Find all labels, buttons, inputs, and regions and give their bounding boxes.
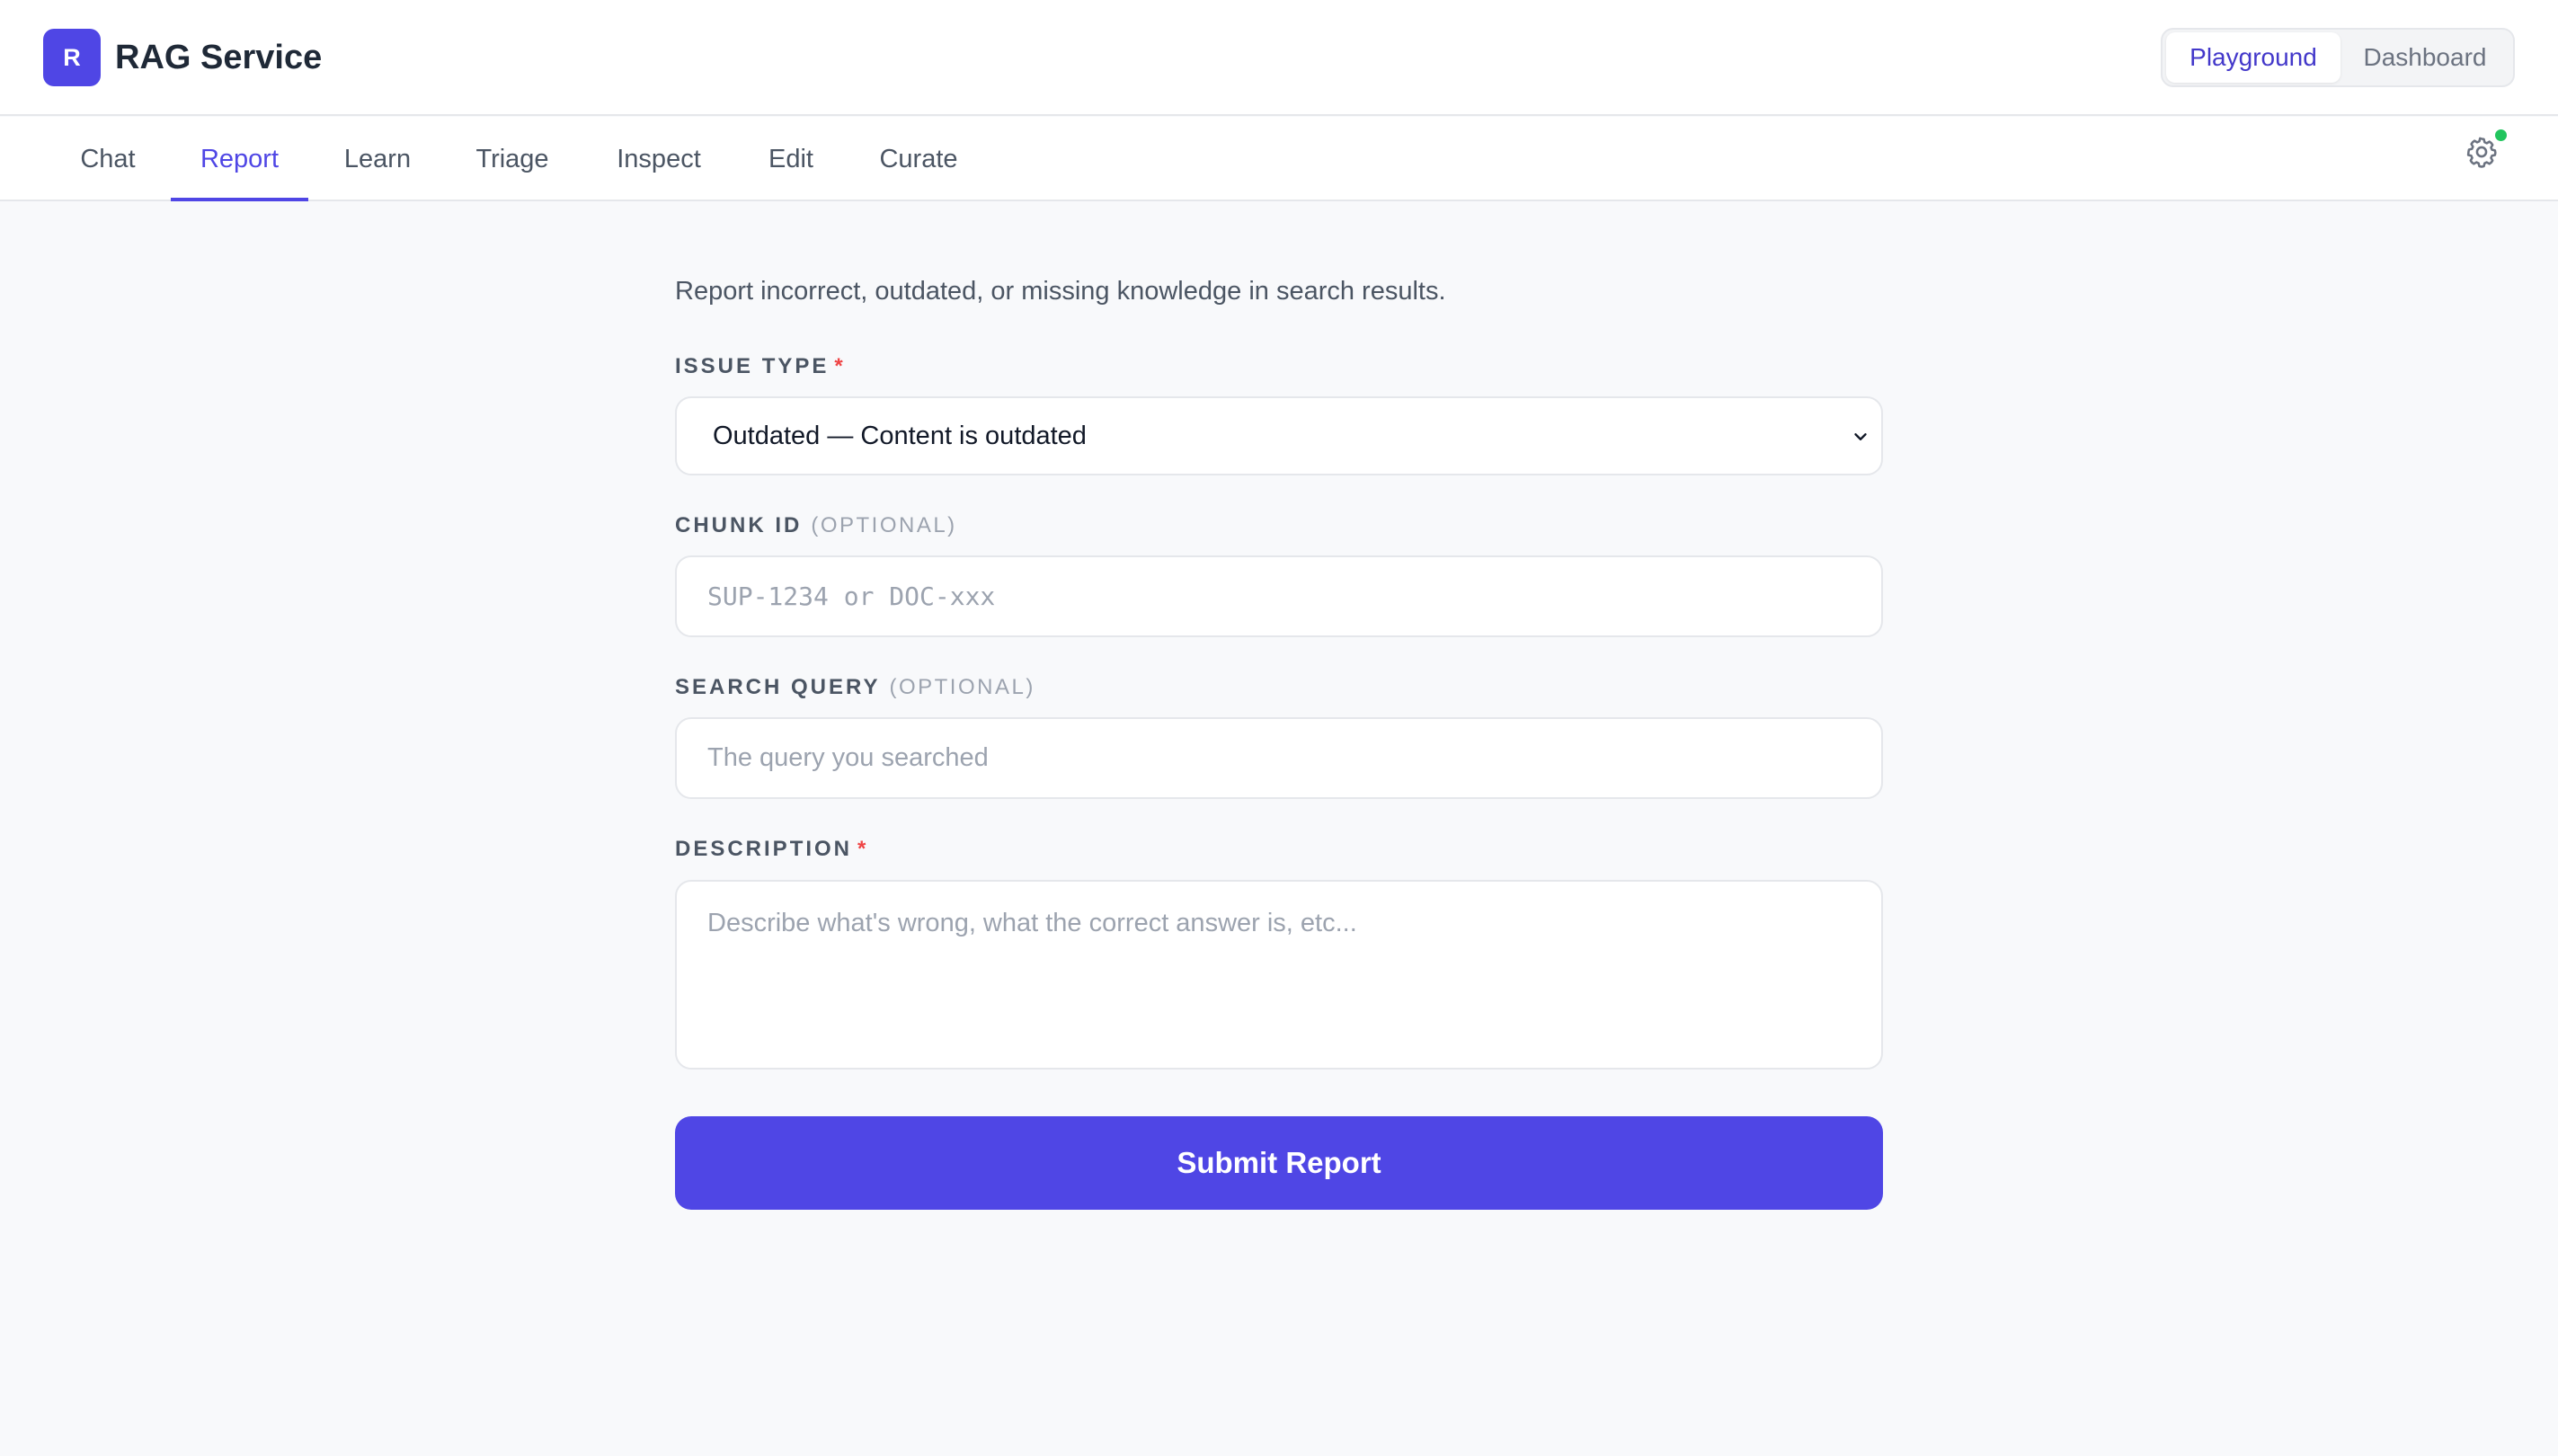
- form-intro: Report incorrect, outdated, or missing k…: [675, 277, 1446, 306]
- chunk-id-input[interactable]: SUP-1234 or DOC-xxx: [675, 555, 1883, 637]
- logo-letter: R: [63, 43, 81, 71]
- dashboard-mode-button[interactable]: Dashboard: [2340, 32, 2509, 83]
- tab-triage[interactable]: Triage: [458, 117, 566, 201]
- tab-report[interactable]: Report: [171, 117, 308, 201]
- tab-edit[interactable]: Edit: [755, 117, 827, 201]
- tab-bar: Chat Report Learn Triage Inspect Edit Cu…: [0, 117, 2558, 201]
- required-mark: *: [834, 354, 846, 378]
- description-label: DESCRIPTION *: [675, 836, 868, 863]
- mode-toggle: Playground Dashboard: [2161, 28, 2515, 87]
- search-query-label: SEARCH QUERY (OPTIONAL): [675, 674, 1035, 701]
- tab-inspect[interactable]: Inspect: [600, 117, 717, 201]
- chunk-id-label-text: CHUNK ID: [675, 513, 803, 537]
- description-textarea[interactable]: Describe what's wrong, what the correct …: [675, 880, 1883, 1070]
- issue-type-value: Outdated — Content is outdated: [713, 421, 1087, 450]
- tab-learn[interactable]: Learn: [333, 117, 422, 201]
- optional-tag: (OPTIONAL): [889, 675, 1035, 699]
- submit-report-button[interactable]: Submit Report: [675, 1116, 1883, 1210]
- required-mark: *: [857, 837, 869, 861]
- top-bar: R RAG Service Playground Dashboard: [0, 0, 2558, 116]
- playground-mode-button[interactable]: Playground: [2166, 32, 2340, 83]
- tab-curate[interactable]: Curate: [868, 117, 969, 201]
- chevron-down-icon: [1854, 433, 1867, 440]
- issue-type-label: ISSUE TYPE *: [675, 353, 846, 380]
- app-title: RAG Service: [115, 39, 323, 76]
- issue-type-label-text: ISSUE TYPE: [675, 354, 830, 378]
- status-indicator-dot: [2493, 128, 2509, 143]
- chunk-id-label: CHUNK ID (OPTIONAL): [675, 512, 957, 539]
- search-query-label-text: SEARCH QUERY: [675, 675, 881, 699]
- search-query-input[interactable]: The query you searched: [675, 717, 1883, 799]
- description-label-text: DESCRIPTION: [675, 837, 853, 861]
- tab-chat[interactable]: Chat: [63, 117, 153, 201]
- gear-icon[interactable]: [2465, 135, 2499, 169]
- app-logo: R: [43, 29, 101, 86]
- chunk-id-placeholder: SUP-1234 or DOC-xxx: [707, 582, 996, 611]
- optional-tag: (OPTIONAL): [811, 513, 957, 537]
- issue-type-select[interactable]: Outdated — Content is outdated: [675, 396, 1883, 475]
- description-placeholder: Describe what's wrong, what the correct …: [707, 909, 1357, 937]
- search-query-placeholder: The query you searched: [707, 743, 989, 772]
